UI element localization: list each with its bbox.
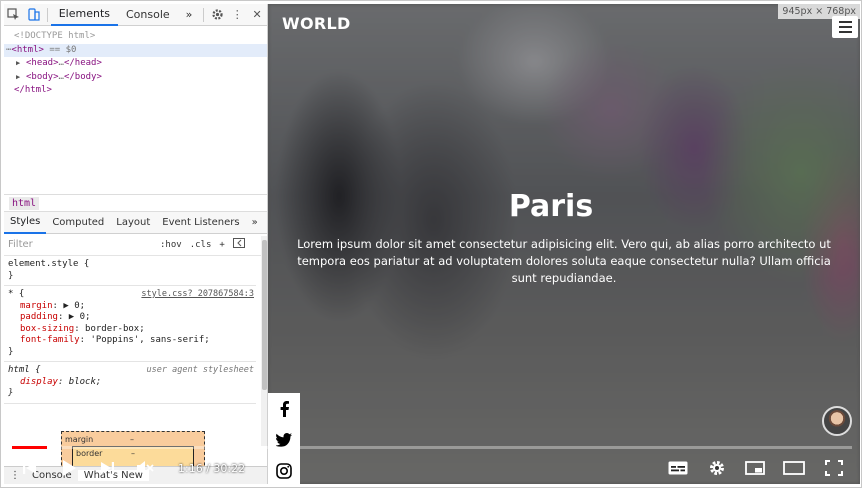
rule-universal[interactable]: * { style.css?_207867584:3 margin: ▶ 0; … (4, 286, 256, 362)
duration: 30:22 (213, 461, 246, 475)
screen: Elements Console » ⋮ ✕ <!DOCTYPE html> ⋯… (0, 0, 862, 488)
css-property-name: padding (20, 312, 58, 322)
settings-gear-icon[interactable] (698, 455, 736, 481)
new-rule-button[interactable]: + (219, 240, 224, 250)
class-toggle[interactable]: .cls (190, 240, 212, 250)
rule-close: } (8, 346, 14, 357)
subtitles-icon[interactable] (658, 455, 698, 481)
css-property[interactable]: display: block; (8, 377, 252, 389)
css-property[interactable]: padding: ▶ 0; (8, 312, 252, 324)
rule-element-style[interactable]: element.style { } (4, 256, 256, 286)
css-property-value: ▶ 0; (68, 312, 91, 322)
dom-body-close-tag: body (74, 71, 97, 82)
hero-description: Lorem ipsum dolor sit amet consectetur a… (297, 237, 831, 285)
devtools-panel: Elements Console » ⋮ ✕ <!DOCTYPE html> ⋯… (4, 4, 268, 484)
css-property[interactable]: margin: ▶ 0; (8, 301, 252, 313)
toolbar-divider (203, 7, 205, 22)
rule-close: } (8, 270, 14, 281)
expand-triangle-icon[interactable]: ▶ (16, 71, 26, 85)
fullscreen-icon[interactable] (814, 455, 854, 481)
video-player-controls: 1:16 / 30:22 (4, 443, 860, 485)
rule-selector: element.style { (8, 259, 90, 269)
video-progress-fill[interactable] (12, 446, 47, 449)
tab-computed[interactable]: Computed (46, 212, 110, 234)
rule-source-link[interactable]: style.css?_207867584:3 (141, 289, 254, 301)
dom-head-close-tag: head (74, 58, 97, 68)
hamburger-menu-button[interactable] (832, 16, 858, 38)
hamburger-line (838, 26, 852, 28)
hamburger-line (838, 31, 852, 33)
rule-source-label: user agent stylesheet (146, 365, 254, 375)
page-viewport: WORLD 945px × 768px Paris Lorem ipsum do… (268, 4, 860, 484)
devtools-toolbar: Elements Console » ⋮ ✕ (4, 4, 267, 26)
toolbar-divider (46, 7, 48, 22)
css-property-name: box-sizing (20, 323, 75, 334)
miniplayer-icon[interactable] (736, 455, 774, 481)
channel-avatar[interactable] (822, 406, 852, 436)
dom-tree: <!DOCTYPE html> ⋯<html> == $0 ▶ <head>…</… (4, 26, 267, 194)
tab-elements[interactable]: Elements (50, 4, 118, 26)
css-property[interactable]: font-family: 'Poppins', sans-serif; (8, 335, 252, 347)
theater-mode-icon[interactable] (774, 455, 814, 481)
css-property-value: block; (68, 376, 102, 387)
css-property-name: margin (20, 300, 53, 311)
styles-pane-tabs: Styles Computed Layout Event Listeners » (4, 212, 267, 234)
rule-html-user-agent[interactable]: html { user agent stylesheet display: bl… (4, 362, 256, 404)
css-property[interactable]: box-sizing: border-box; (8, 324, 252, 336)
video-progress-track[interactable] (12, 446, 852, 449)
mute-icon[interactable] (126, 455, 164, 481)
close-icon[interactable]: ✕ (247, 4, 267, 26)
css-property-value: border-box; (85, 323, 145, 334)
play-icon[interactable] (50, 455, 88, 481)
tab-styles[interactable]: Styles (4, 212, 47, 234)
styles-scrollbar-thumb[interactable] (262, 240, 267, 390)
kebab-menu-icon[interactable]: ⋮ (227, 4, 247, 26)
dom-html-close-tag: html (24, 85, 47, 95)
player-controls-row: 1:16 / 30:22 (4, 455, 860, 481)
hamburger-line (838, 21, 852, 23)
previous-icon[interactable] (10, 455, 50, 481)
site-logo[interactable]: WORLD (282, 14, 351, 33)
styles-filter-row: :hov .cls + (4, 234, 267, 256)
dom-selected-marker: == $0 (49, 44, 77, 55)
tab-console[interactable]: Console (118, 4, 178, 26)
more-styles-tabs-button[interactable]: » (246, 212, 264, 234)
dom-doctype[interactable]: <!DOCTYPE html> (4, 30, 267, 44)
css-property-name: display (20, 376, 58, 387)
css-property-value: 'Poppins', sans-serif; (90, 335, 210, 345)
current-time: 1:16 (178, 461, 203, 475)
styles-filter-input[interactable] (8, 236, 152, 253)
tab-event-listeners[interactable]: Event Listeners (156, 212, 245, 234)
more-tabs-button[interactable]: » (178, 4, 201, 26)
hero-title: Paris (508, 189, 594, 224)
dom-node-head[interactable]: ▶ <head>…</head> (4, 57, 267, 71)
breadcrumb: html (4, 194, 267, 212)
next-icon[interactable] (88, 455, 126, 481)
dom-node-html-close[interactable]: </html> (4, 84, 267, 98)
toggle-sidebar-icon[interactable] (232, 238, 245, 251)
inspect-element-icon[interactable] (4, 4, 24, 26)
expand-triangle-icon[interactable]: ▶ (16, 57, 26, 71)
facebook-icon[interactable] (277, 393, 291, 424)
css-property-value: ▶ 0; (63, 300, 86, 311)
tab-layout[interactable]: Layout (110, 212, 156, 234)
breadcrumb-html[interactable]: html (9, 196, 40, 210)
device-toolbar-icon[interactable] (24, 4, 44, 26)
rule-close: } (8, 388, 14, 398)
video-time-display: 1:16 / 30:22 (178, 461, 246, 475)
dom-node-body[interactable]: ▶ <body>…</body> (4, 71, 267, 85)
dom-head-tag: head (31, 58, 54, 68)
dom-node-html-selected[interactable]: ⋯<html> == $0 (4, 43, 267, 57)
gear-icon[interactable] (207, 4, 227, 26)
hover-state-toggle[interactable]: :hov (160, 240, 182, 250)
style-rules: element.style { } * { style.css?_2078675… (4, 256, 256, 404)
css-property-name: font-family (20, 335, 80, 345)
dom-body-tag: body (31, 71, 54, 82)
dom-html-tag: html (16, 44, 39, 55)
